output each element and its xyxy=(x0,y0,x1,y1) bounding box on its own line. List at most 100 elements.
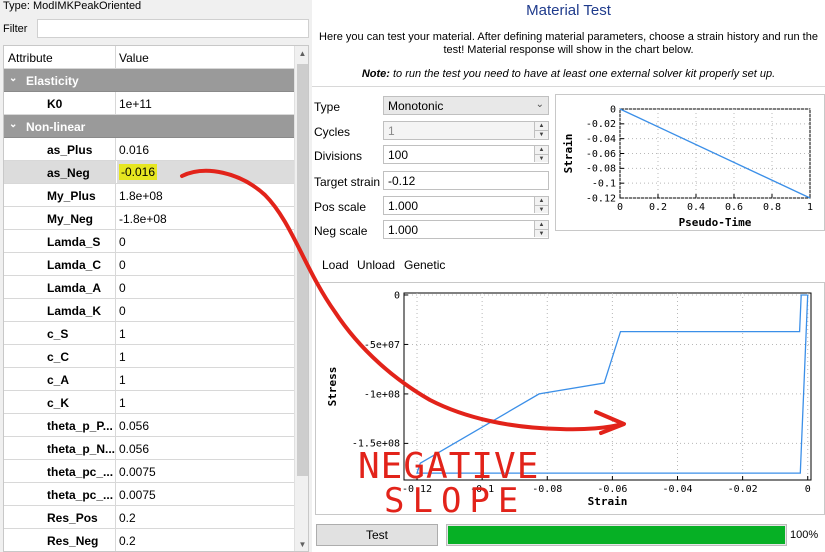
test-button[interactable]: Test xyxy=(316,524,438,546)
parameter-name: theta_p_P... xyxy=(47,419,113,433)
parameter-value-cell[interactable]: -1.8e+08 xyxy=(117,207,294,229)
parameter-value-cell[interactable]: 1 xyxy=(117,391,294,413)
spin-down-icon[interactable]: ▼ xyxy=(534,229,548,237)
progress-percent: 100% xyxy=(790,529,819,541)
parameter-value-cell[interactable]: 0 xyxy=(117,299,294,321)
material-test-note: Note: to run the test you need to have a… xyxy=(312,68,825,80)
spin-up-icon[interactable]: ▲ xyxy=(534,197,548,205)
parameter-row[interactable]: K0 1e+11 xyxy=(4,92,294,115)
parameter-value-cell[interactable]: 1e+11 xyxy=(117,92,294,114)
parameter-value: 0.0075 xyxy=(119,488,156,502)
neg-scale-label: Neg scale xyxy=(314,224,368,238)
parameter-value-cell[interactable]: 0 xyxy=(117,230,294,252)
parameter-value-cell[interactable]: 1 xyxy=(117,322,294,344)
filter-input[interactable] xyxy=(37,19,309,38)
cycles-spinbox: 1 ▲ ▼ xyxy=(383,121,549,140)
column-header-attribute[interactable]: Attribute xyxy=(8,51,53,65)
neg-scale-spinbox[interactable]: 1.000 ▲ ▼ xyxy=(383,220,549,239)
parameter-row[interactable]: c_S 1 xyxy=(4,322,294,345)
x-tick-label: 0.6 xyxy=(725,202,743,213)
y-axis-label: Stress xyxy=(326,367,339,407)
parameter-row[interactable]: c_K 1 xyxy=(4,391,294,414)
spin-down-icon[interactable]: ▼ xyxy=(534,205,548,213)
parameter-row[interactable]: Lamda_C 0 xyxy=(4,253,294,276)
y-tick-label: 0 xyxy=(610,104,616,115)
parameter-row[interactable]: My_Neg -1.8e+08 xyxy=(4,207,294,230)
spin-down-icon[interactable]: ▼ xyxy=(534,154,548,162)
collapse-icon[interactable]: ⌄ xyxy=(9,73,17,84)
parameter-name-cell: K0 xyxy=(4,92,116,114)
spin-down-icon: ▼ xyxy=(534,130,548,138)
x-tick-label: 0.8 xyxy=(763,202,781,213)
parameter-value-cell[interactable]: 0 xyxy=(117,253,294,275)
x-tick-label: -0.08 xyxy=(532,484,562,495)
scroll-thumb[interactable] xyxy=(297,64,308,476)
parameter-name-cell: as_Plus xyxy=(4,138,116,160)
divisions-spinbox[interactable]: 100 ▲ ▼ xyxy=(383,145,549,164)
parameter-row[interactable]: Lamda_A 0 xyxy=(4,276,294,299)
parameter-name-cell: c_S xyxy=(4,322,116,344)
parameter-row[interactable]: Lamda_S 0 xyxy=(4,230,294,253)
parameter-row[interactable]: theta_p_N... 0.056 xyxy=(4,437,294,460)
grid-scrollbar[interactable]: ▲ ▼ xyxy=(294,46,308,551)
group-header[interactable]: ⌄ Elasticity xyxy=(4,69,294,92)
parameter-name: c_K xyxy=(47,396,70,410)
parameter-row[interactable]: theta_pc_... 0.0075 xyxy=(4,483,294,506)
parameter-value-cell[interactable]: 1.8e+08 xyxy=(117,184,294,206)
parameter-name-cell: Lamda_K xyxy=(4,299,116,321)
type-select[interactable]: Monotonic ⌄ xyxy=(383,96,549,115)
parameter-row[interactable]: Lamda_K 0 xyxy=(4,299,294,322)
parameter-value-cell[interactable]: 0.2 xyxy=(117,529,294,551)
parameter-value-cell[interactable]: 0.0075 xyxy=(117,460,294,482)
parameter-row[interactable]: Res_Pos 0.2 xyxy=(4,506,294,529)
parameter-name: Lamda_C xyxy=(47,258,102,272)
pos-scale-spinbox[interactable]: 1.000 ▲ ▼ xyxy=(383,196,549,215)
parameter-row[interactable]: My_Plus 1.8e+08 xyxy=(4,184,294,207)
parameter-value-cell[interactable]: -0.016 xyxy=(117,161,294,183)
parameter-value-cell[interactable]: 1 xyxy=(117,368,294,390)
group-header[interactable]: ⌄ Non-linear xyxy=(4,115,294,138)
parameter-row[interactable]: theta_p_P... 0.056 xyxy=(4,414,294,437)
parameter-value: 0 xyxy=(119,235,126,249)
parameter-name-cell: theta_p_P... xyxy=(4,414,116,436)
collapse-icon[interactable]: ⌄ xyxy=(9,119,17,130)
parameter-value: 1 xyxy=(119,350,126,364)
parameter-row[interactable]: as_Neg -0.016 xyxy=(4,161,294,184)
parameter-row[interactable]: theta_pc_... 0.0075 xyxy=(4,460,294,483)
parameter-value-cell[interactable]: 1 xyxy=(117,345,294,367)
parameter-value: 0.056 xyxy=(119,442,150,456)
parameter-row[interactable]: c_A 1 xyxy=(4,368,294,391)
strain-history-chart: 0 0.2 0.4 0.6 0.8 1 0 -0.02 -0.04 -0.06 -0.08 -0.1 -… xyxy=(555,94,825,231)
parameter-value-cell[interactable]: 0.2 xyxy=(117,506,294,528)
scroll-down-icon[interactable]: ▼ xyxy=(295,537,308,551)
type-row: Type Monotonic ⌄ xyxy=(312,96,552,116)
column-header-value[interactable]: Value xyxy=(119,51,149,65)
parameter-value-cell[interactable]: 0.0075 xyxy=(117,483,294,505)
parameter-row[interactable]: c_C 1 xyxy=(4,345,294,368)
scroll-up-icon[interactable]: ▲ xyxy=(295,46,308,61)
x-tick-label: 0.4 xyxy=(687,202,705,213)
spin-up-icon[interactable]: ▲ xyxy=(534,146,548,154)
column-divider[interactable] xyxy=(115,46,116,69)
material-test-panel: Material Test Here you can test your mat… xyxy=(312,0,825,552)
tab-genetic[interactable]: Genetic xyxy=(404,258,445,272)
parameter-value-cell[interactable]: 0.016 xyxy=(117,138,294,160)
parameter-value: 1 xyxy=(119,327,126,341)
parameter-name: Lamda_A xyxy=(47,281,102,295)
target-strain-input[interactable]: -0.12 xyxy=(383,171,549,190)
type-label: Type xyxy=(314,100,341,114)
y-tick-label: -0.02 xyxy=(586,119,616,130)
parameter-value-cell[interactable]: 0 xyxy=(117,276,294,298)
parameter-value-cell[interactable]: 0.056 xyxy=(117,414,294,436)
parameter-value-cell[interactable]: 0.056 xyxy=(117,437,294,459)
tab-load[interactable]: Load xyxy=(322,258,349,272)
grid-header: Attribute Value xyxy=(4,46,294,69)
x-tick-label: -0.1 xyxy=(470,484,494,495)
tab-unload[interactable]: Unload xyxy=(357,258,395,272)
spin-up-icon[interactable]: ▲ xyxy=(534,221,548,229)
filter-label: Filter xyxy=(3,23,28,35)
x-tick-label: -0.02 xyxy=(728,484,758,495)
parameter-row[interactable]: Res_Neg 0.2 xyxy=(4,529,294,551)
target-strain-label: Target strain xyxy=(314,175,381,189)
parameter-row[interactable]: as_Plus 0.016 xyxy=(4,138,294,161)
